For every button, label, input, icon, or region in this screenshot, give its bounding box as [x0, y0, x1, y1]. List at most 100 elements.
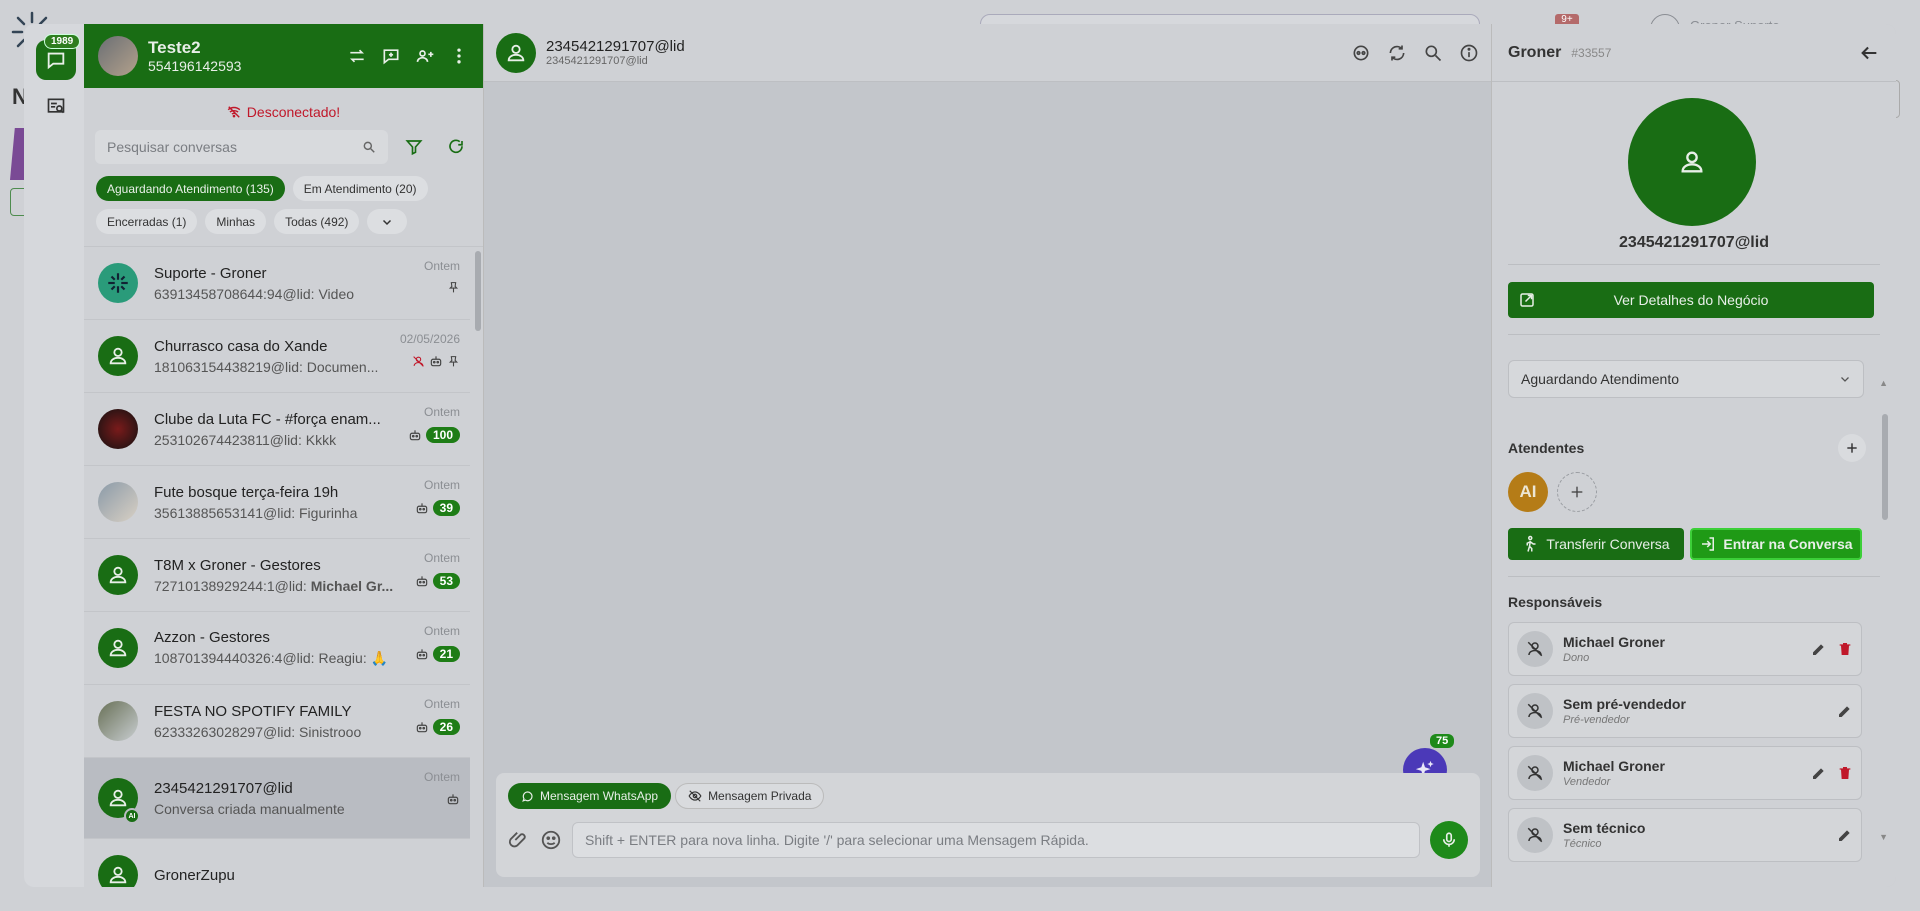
conversation-name: Fute bosque terça-feira 19h: [154, 483, 339, 501]
conversation-avatar: [98, 855, 138, 887]
conversation-name: 2345421291707@lid: [154, 779, 293, 797]
conversation-item[interactable]: Azzon - Gestores 108701394440326:4@lid: …: [84, 612, 470, 685]
emoji-icon[interactable]: [540, 829, 562, 851]
new-chat-icon[interactable]: [381, 46, 401, 66]
responsible-card-seller: Michael Groner Vendedor: [1508, 746, 1862, 800]
edit-pencil-icon[interactable]: [1837, 827, 1853, 843]
document-search-icon: [47, 98, 65, 114]
trash-icon[interactable]: [1837, 641, 1853, 657]
account-avatar[interactable]: [98, 36, 138, 76]
swap-arrows-icon[interactable]: [347, 46, 367, 66]
conversation-time: 02/05/2026: [399, 332, 460, 346]
filter-chip-mine[interactable]: Minhas: [205, 209, 267, 234]
tab-whatsapp-label: Mensagem WhatsApp: [540, 789, 659, 803]
chevron-down-icon: [383, 219, 392, 225]
ai-attendant-avatar[interactable]: AI: [1508, 472, 1548, 512]
conversation-last-message: 63913458708644:94@lid: Video: [154, 285, 355, 302]
conversation-last-message: Conversa criada manualmente: [154, 800, 345, 817]
responsible-name: Michael Groner: [1563, 634, 1665, 650]
status-select[interactable]: Aguardando Atendimento: [1508, 360, 1864, 398]
details-header: Groner #33557: [1492, 24, 1896, 82]
refresh-button[interactable]: [440, 131, 472, 163]
search-icon[interactable]: [1423, 43, 1443, 63]
edit-pencil-icon[interactable]: [1837, 703, 1853, 719]
chat-modal: 1989 Teste2 554196142593 Desconectado! P…: [24, 24, 1896, 887]
attachment-icon[interactable]: [508, 829, 530, 851]
conversation-avatar: [98, 263, 138, 303]
voice-message-button[interactable]: [1430, 821, 1468, 859]
conversation-avatar: [98, 555, 138, 595]
user-icon: [109, 639, 127, 657]
conversation-last-message: 62333263028297@lid: Sinistrooo: [154, 723, 362, 740]
conversation-name: Suporte - Groner: [154, 264, 267, 282]
conversation-time: Ontem: [423, 405, 460, 419]
chat-title: 2345421291707@lid: [546, 38, 685, 55]
conversation-avatar: AI: [98, 778, 140, 824]
conversation-item[interactable]: T8M x Groner - Gestores 72710138929244:1…: [84, 539, 470, 612]
pin-icon: [448, 282, 459, 293]
account-name: Teste2: [148, 38, 201, 57]
scroll-up-arrow[interactable]: ▲: [1879, 378, 1888, 388]
user-off-icon: [413, 355, 424, 367]
more-filters-button[interactable]: [367, 209, 408, 234]
conversation-last-message: 108701394440326:4@lid: Reagiu: 🙏: [154, 650, 389, 666]
conversation-item[interactable]: Churrasco casa do Xande 181063154438219@…: [84, 320, 470, 393]
search-chats-nav-button[interactable]: [44, 94, 68, 118]
chat-bubble-icon: [47, 52, 65, 70]
view-deal-details-button[interactable]: Ver Detalhes do Negócio: [1508, 282, 1874, 318]
enter-conversation-button[interactable]: Entrar na Conversa: [1690, 528, 1862, 560]
attendants-title: Atendentes: [1508, 440, 1585, 456]
more-vertical-icon[interactable]: [449, 46, 469, 66]
ai-credits-badge: 75: [1430, 734, 1455, 748]
conversation-list-scrollbar[interactable]: [475, 251, 481, 331]
tab-private-message[interactable]: Mensagem Privada: [675, 783, 825, 809]
spy-icon[interactable]: [1351, 43, 1371, 63]
conversation-time: Ontem: [423, 478, 460, 492]
add-attendant-button[interactable]: [1838, 434, 1866, 462]
chat-count-badge: 1989: [44, 34, 81, 49]
message-input[interactable]: [572, 822, 1420, 858]
trash-icon[interactable]: [1837, 765, 1853, 781]
responsibles-title: Responsáveis: [1508, 594, 1603, 610]
scroll-down-arrow[interactable]: ▼: [1879, 832, 1888, 842]
bot-icon: [416, 649, 427, 660]
new-group-icon[interactable]: [415, 46, 435, 66]
unread-count-badge: 39: [432, 500, 460, 516]
sync-icon[interactable]: [1387, 43, 1407, 63]
bot-icon: [416, 722, 427, 733]
status-select-value: Aguardando Atendimento: [1521, 371, 1680, 387]
bot-icon: [447, 794, 459, 805]
add-attendant-dashed-button[interactable]: [1557, 472, 1597, 512]
edit-pencil-icon[interactable]: [1811, 641, 1827, 657]
bot-icon: [416, 503, 427, 514]
chat-contact-avatar[interactable]: [496, 32, 536, 73]
conversation-item[interactable]: GronerZupu: [84, 839, 470, 887]
message-composer: Mensagem WhatsApp Mensagem Privada: [496, 773, 1480, 877]
user-icon: [1681, 151, 1703, 173]
details-scrollbar[interactable]: [1882, 414, 1888, 520]
conversation-avatar: [98, 628, 138, 668]
unread-count-badge: 21: [432, 646, 460, 662]
tab-whatsapp-message[interactable]: Mensagem WhatsApp: [508, 783, 672, 809]
conversation-avatar: [98, 701, 138, 741]
connection-status: Desconectado!: [84, 102, 483, 122]
filter-chip-all[interactable]: Todas (492): [274, 209, 360, 234]
filter-chip-closed[interactable]: Encerradas (1): [96, 209, 198, 234]
conversation-item[interactable]: Fute bosque terça-feira 19h 356138856531…: [84, 466, 470, 539]
info-icon[interactable]: [1459, 43, 1479, 63]
bot-icon: [416, 576, 427, 587]
filter-chip-waiting[interactable]: Aguardando Atendimento (135): [96, 176, 285, 201]
conversation-name: T8M x Groner - Gestores: [154, 556, 321, 574]
search-input[interactable]: [107, 139, 362, 155]
filter-button[interactable]: [398, 131, 430, 163]
refresh-icon: [449, 139, 463, 154]
conversation-item[interactable]: Suporte - Groner 63913458708644:94@lid: …: [84, 247, 470, 320]
edit-pencil-icon[interactable]: [1811, 765, 1827, 781]
conversations-panel: Teste2 554196142593 Desconectado! Pesqui…: [84, 24, 484, 887]
conversation-item[interactable]: Clube da Luta FC - #força enam... 253102…: [84, 393, 470, 466]
conversation-item[interactable]: FESTA NO SPOTIFY FAMILY 62333263028297@l…: [84, 685, 470, 758]
conversation-item-selected[interactable]: AI 2345421291707@lid Conversa criada man…: [84, 758, 470, 839]
transfer-conversation-button[interactable]: Transferir Conversa: [1508, 528, 1684, 560]
filter-chip-in-service[interactable]: Em Atendimento (20): [292, 176, 428, 201]
arrow-left-icon[interactable]: [1858, 42, 1880, 64]
